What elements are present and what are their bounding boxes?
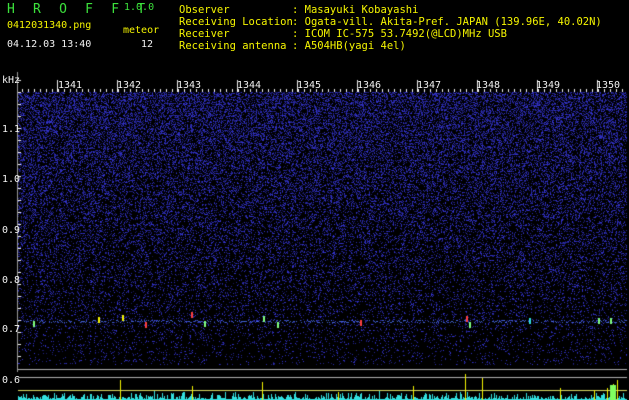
time-tick-label: 1344 (237, 80, 262, 91)
y-tick-label: 1.0 (2, 174, 21, 185)
y-tick-label: 0.7 (2, 324, 21, 335)
axis-unit-label: kHz (2, 75, 21, 86)
time-tick-label: 1349 (536, 80, 561, 91)
y-tick-label: 0.6 (2, 375, 21, 386)
info-key-antenna: Receiving antenna (179, 40, 287, 52)
time-tick-label: 1350 (596, 80, 621, 91)
info-value-observer: : Masayuki Kobayashi (292, 4, 419, 16)
y-tick-label: 0.8 (2, 275, 21, 286)
info-value-location: : Ogata-vill. Akita-Pref. JAPAN (139.96E… (292, 16, 602, 28)
y-tick-label: 1.1 (2, 124, 21, 135)
info-key-location: Receiving Location (179, 16, 293, 28)
info-key-observer: Observer (179, 4, 230, 16)
time-tick-label: 1346 (357, 80, 382, 91)
time-tick-label: 1347 (417, 80, 442, 91)
time-tick-label: 1345 (297, 80, 322, 91)
info-key-receiver: Receiver (179, 28, 230, 40)
info-value-antenna: : A504HB(yagi 4el) (292, 40, 406, 52)
time-tick-label: 1343 (177, 80, 202, 91)
info-value-receiver: : ICOM IC-575 53.7492(@LCD)MHz USB (292, 28, 507, 40)
time-tick-label: 1348 (476, 80, 501, 91)
file-name: 0412031340.png (7, 20, 92, 31)
datetime-stamp: 04.12.03 13:40 (7, 39, 92, 50)
spectrogram-canvas (0, 0, 629, 400)
meteor-count: 12 (141, 39, 154, 50)
time-tick-label: 1341 (58, 80, 83, 91)
y-tick-label: 0.9 (2, 225, 21, 236)
app-version: 1.0.0 (124, 2, 155, 13)
time-tick-label: 1342 (117, 80, 142, 91)
meteor-label: meteor (123, 25, 160, 36)
